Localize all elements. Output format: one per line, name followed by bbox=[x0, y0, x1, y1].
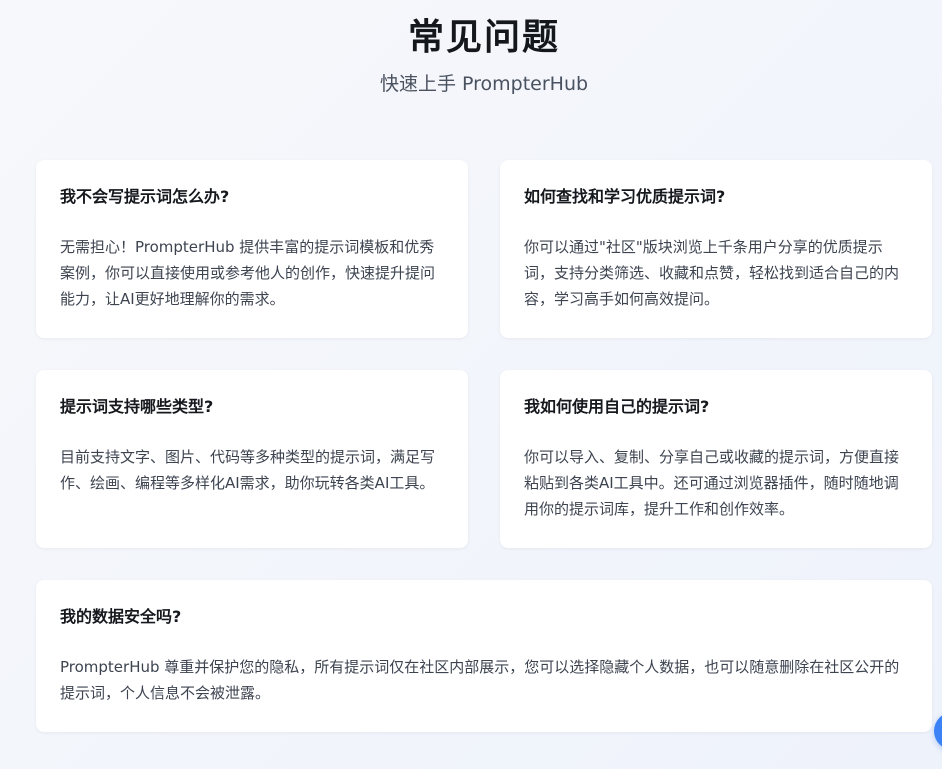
faq-card: 提示词支持哪些类型? 目前支持文字、图片、代码等多种类型的提示词，满足写作、绘画… bbox=[36, 370, 468, 548]
faq-answer: PrompterHub 尊重并保护您的隐私，所有提示词仅在社区内部展示，您可以选… bbox=[60, 658, 900, 702]
page-title: 常见问题 bbox=[407, 17, 560, 58]
faq-question: 我不会写提示词怎么办? bbox=[60, 187, 230, 206]
faq-question: 我的数据安全吗? bbox=[60, 607, 182, 626]
faq-card: 我如何使用自己的提示词? 你可以导入、复制、分享自己或收藏的提示词，方便直接粘贴… bbox=[500, 370, 932, 548]
faq-answer: 无需担心！PrompterHub 提供丰富的提示词模板和优秀案例，你可以直接使用… bbox=[60, 238, 436, 308]
faq-question: 我如何使用自己的提示词? bbox=[524, 397, 710, 416]
faq-card: 如何查找和学习优质提示词? 你可以通过"社区"版块浏览上千条用户分享的优质提示词… bbox=[500, 160, 932, 338]
page-subtitle: 快速上手 PrompterHub bbox=[379, 73, 589, 95]
faq-answer: 目前支持文字、图片、代码等多种类型的提示词，满足写作、绘画、编程等多样化AI需求… bbox=[60, 448, 436, 492]
floating-action-button[interactable] bbox=[934, 712, 942, 750]
faq-card: 我的数据安全吗? PrompterHub 尊重并保护您的隐私，所有提示词仅在社区… bbox=[36, 580, 932, 732]
faq-answer: 你可以通过"社区"版块浏览上千条用户分享的优质提示词，支持分类筛选、收藏和点赞，… bbox=[524, 238, 900, 308]
faq-question: 如何查找和学习优质提示词? bbox=[524, 187, 726, 206]
faq-answer: 你可以导入、复制、分享自己或收藏的提示词，方便直接粘贴到各类AI工具中。还可通过… bbox=[524, 448, 900, 518]
faq-card: 我不会写提示词怎么办? 无需担心！PrompterHub 提供丰富的提示词模板和… bbox=[36, 160, 468, 338]
faq-question: 提示词支持哪些类型? bbox=[60, 397, 214, 416]
